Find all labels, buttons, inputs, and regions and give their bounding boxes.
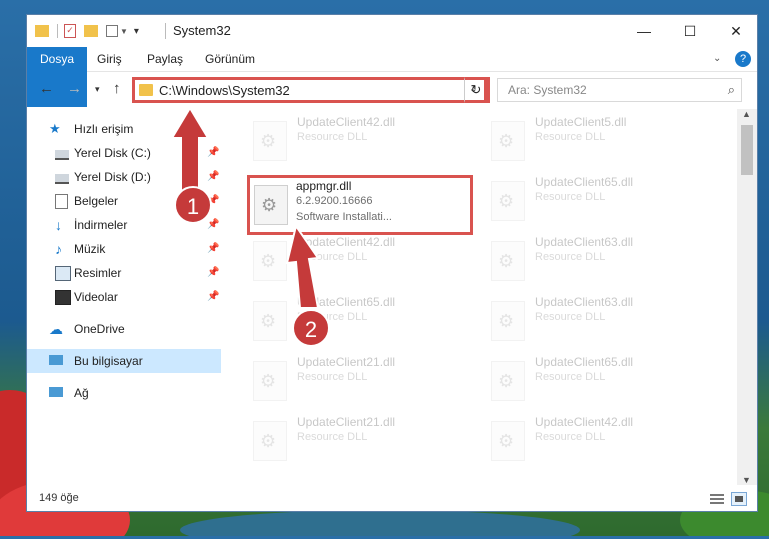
step-badge-2: 2 [292,309,330,347]
step-badge-1: 1 [174,186,212,224]
annotation-arrows [170,106,320,309]
